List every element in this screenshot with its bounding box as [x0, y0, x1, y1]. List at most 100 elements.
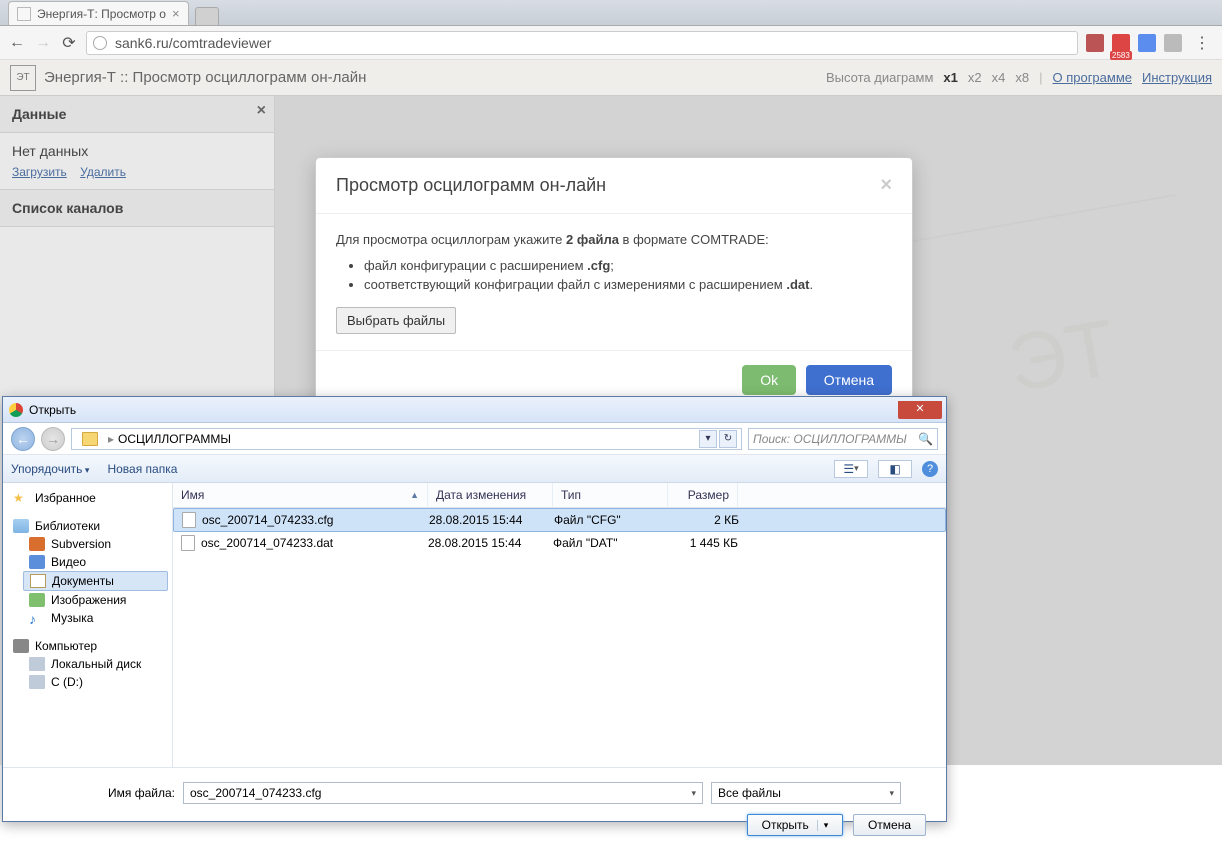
delete-link[interactable]: Удалить — [80, 165, 126, 179]
sidebar-close-icon[interactable]: × — [257, 102, 266, 120]
search-placeholder: Поиск: ОСЦИЛЛОГРАММЫ — [753, 432, 907, 446]
page-favicon — [17, 7, 31, 21]
filetype-select[interactable]: Все файлы ▾ — [711, 782, 901, 804]
tree-libraries[interactable]: Библиотеки — [7, 517, 168, 535]
reload-button[interactable]: ⟳ — [60, 34, 78, 52]
tree-cdrive[interactable]: C (D:) — [23, 673, 168, 691]
organize-menu[interactable]: Упорядочить — [11, 462, 89, 476]
music-icon: ♪ — [29, 611, 45, 625]
nav-back-button[interactable]: ← — [11, 427, 35, 451]
sidebar-channels-header: Список каналов — [0, 190, 274, 227]
breadcrumb[interactable]: ▸ ОСЦИЛЛОГРАММЫ ▾ ↻ — [71, 428, 742, 450]
about-link[interactable]: О программе — [1052, 70, 1132, 85]
new-tab-button[interactable] — [195, 7, 219, 25]
dialog-navbar: ← → ▸ ОСЦИЛЛОГРАММЫ ▾ ↻ Поиск: ОСЦИЛЛОГР… — [3, 423, 946, 455]
view-mode-button[interactable]: ☰ ▾ — [834, 460, 868, 478]
file-name: osc_200714_074233.dat — [201, 536, 333, 550]
scale-x2[interactable]: x2 — [968, 70, 982, 85]
extension-icon-2[interactable] — [1138, 34, 1156, 52]
tree-music[interactable]: ♪Музыка — [23, 609, 168, 627]
tree-images[interactable]: Изображения — [23, 591, 168, 609]
file-size: 2 КБ — [669, 513, 739, 527]
modal-ok-button[interactable]: Ok — [742, 365, 796, 395]
dialog-open-button[interactable]: Открыть▾ — [747, 814, 844, 836]
computer-icon — [13, 639, 29, 653]
load-link[interactable]: Загрузить — [12, 165, 67, 179]
libraries-icon — [13, 519, 29, 533]
col-date[interactable]: Дата изменения — [428, 483, 553, 507]
browser-tab[interactable]: Энергия-Т: Просмотр о × — [8, 1, 189, 25]
modal-cancel-button[interactable]: Отмена — [806, 365, 892, 395]
tab-title: Энергия-Т: Просмотр о — [37, 7, 166, 21]
tree-favorites[interactable]: ★Избранное — [7, 489, 168, 507]
modal-close-icon[interactable]: × — [880, 174, 892, 197]
dialog-title: Открыть — [29, 403, 76, 417]
url-text: sank6.ru/comtradeviewer — [115, 35, 271, 51]
modal-title: Просмотр осцилограмм он-лайн — [336, 175, 606, 196]
file-name: osc_200714_074233.cfg — [202, 513, 333, 527]
folder-tree: ★Избранное Библиотеки Subversion Видео Д… — [3, 483, 173, 767]
tab-close-icon[interactable]: × — [172, 6, 180, 21]
select-files-button[interactable]: Выбрать файлы — [336, 307, 456, 334]
file-list-header: Имя▲ Дата изменения Тип Размер — [173, 483, 946, 508]
tree-computer[interactable]: Компьютер — [7, 637, 168, 655]
file-open-dialog: Открыть ✕ ← → ▸ ОСЦИЛЛОГРАММЫ ▾ ↻ Поиск:… — [2, 396, 947, 822]
scale-x1[interactable]: x1 — [943, 70, 957, 85]
subversion-icon — [29, 537, 45, 551]
gmail-extension-icon[interactable] — [1112, 34, 1130, 52]
dialog-close-button[interactable]: ✕ — [898, 401, 942, 419]
address-bar[interactable]: sank6.ru/comtradeviewer — [86, 31, 1078, 55]
back-button[interactable]: ← — [8, 34, 26, 52]
nav-forward-button[interactable]: → — [41, 427, 65, 451]
open-split-icon[interactable]: ▾ — [817, 820, 829, 831]
extension-icons: ⋮ — [1086, 33, 1214, 53]
file-row[interactable]: osc_200714_074233.dat28.08.2015 15:44Фай… — [173, 532, 946, 554]
file-row[interactable]: osc_200714_074233.cfg28.08.2015 15:44Фай… — [173, 508, 946, 532]
col-name[interactable]: Имя▲ — [173, 483, 428, 507]
scale-x4[interactable]: x4 — [992, 70, 1006, 85]
breadcrumb-folder[interactable]: ОСЦИЛЛОГРАММЫ — [118, 432, 231, 446]
documents-icon — [30, 574, 46, 588]
scale-x8[interactable]: x8 — [1015, 70, 1029, 85]
app-logo-icon: ЭТ — [10, 65, 36, 91]
forward-button[interactable]: → — [34, 34, 52, 52]
chrome-menu-icon[interactable]: ⋮ — [1190, 33, 1214, 53]
search-icon[interactable]: 🔍 — [918, 432, 933, 446]
chevron-down-icon[interactable]: ▾ — [691, 788, 696, 799]
tree-local-disk[interactable]: Локальный диск — [23, 655, 168, 673]
instructions-link[interactable]: Инструкция — [1142, 70, 1212, 85]
folder-icon — [82, 432, 98, 446]
disk-icon — [29, 657, 45, 671]
col-size[interactable]: Размер — [668, 483, 738, 507]
help-icon[interactable]: ? — [922, 461, 938, 477]
modal-req-cfg: файл конфигурации с расширением .cfg; — [364, 256, 892, 276]
browser-tabbar: Энергия-Т: Просмотр о × — [0, 0, 1222, 26]
dialog-toolbar: Упорядочить Новая папка ☰ ▾ ◧ ? — [3, 455, 946, 483]
file-icon — [182, 512, 196, 528]
dialog-footer: Имя файла: osc_200714_074233.cfg ▾ Все ф… — [3, 767, 946, 846]
site-info-icon[interactable] — [93, 36, 107, 50]
tree-video[interactable]: Видео — [23, 553, 168, 571]
filename-input[interactable]: osc_200714_074233.cfg ▾ — [183, 782, 703, 804]
dialog-search-input[interactable]: Поиск: ОСЦИЛЛОГРАММЫ 🔍 — [748, 428, 938, 450]
chevron-down-icon[interactable]: ▾ — [889, 788, 894, 799]
file-size: 1 445 КБ — [668, 536, 738, 550]
tree-subversion[interactable]: Subversion — [23, 535, 168, 553]
app-title: Энергия-Т :: Просмотр осциллограмм он-ла… — [44, 69, 366, 86]
preview-pane-button[interactable]: ◧ — [878, 460, 912, 478]
tree-documents[interactable]: Документы — [23, 571, 168, 591]
sidebar-data-header: Данные — [0, 96, 274, 133]
refresh-icon[interactable]: ↻ — [719, 430, 737, 448]
star-icon: ★ — [13, 491, 29, 505]
sidebar-data-body: Нет данных Загрузить Удалить — [0, 133, 274, 190]
new-folder-button[interactable]: Новая папка — [107, 462, 177, 476]
extension-icon-3[interactable] — [1164, 34, 1182, 52]
dialog-titlebar[interactable]: Открыть ✕ — [3, 397, 946, 423]
sort-asc-icon: ▲ — [410, 490, 419, 500]
dialog-cancel-button[interactable]: Отмена — [853, 814, 926, 836]
file-date: 28.08.2015 15:44 — [429, 513, 554, 527]
breadcrumb-dropdown-icon[interactable]: ▾ — [699, 430, 717, 448]
extension-icon-1[interactable] — [1086, 34, 1104, 52]
col-type[interactable]: Тип — [553, 483, 668, 507]
modal-header: Просмотр осцилограмм он-лайн × — [316, 158, 912, 214]
